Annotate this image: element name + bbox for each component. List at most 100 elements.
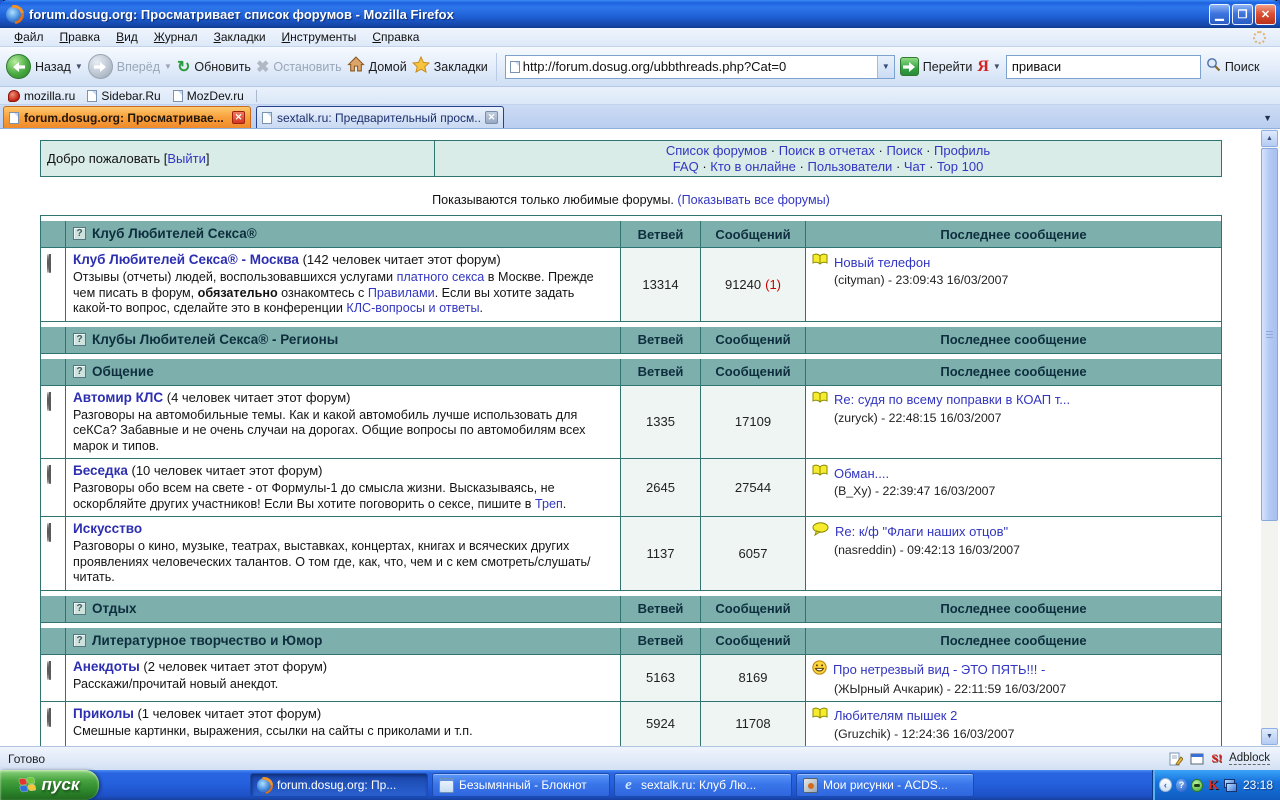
icq-tray-icon[interactable] xyxy=(1191,779,1203,792)
last-post-line: Любителям пышек 2 xyxy=(812,707,1215,725)
back-dropdown-icon[interactable]: ▼ xyxy=(75,62,83,71)
description-link[interactable]: Правилами xyxy=(368,286,435,300)
description-link[interactable]: Треп xyxy=(535,497,563,511)
forum-nav-link[interactable]: Чат xyxy=(904,159,926,174)
section-header-row: ?Клубы Любителей Секса® - РегионыВетвейС… xyxy=(41,327,1221,353)
taskbar-button-2[interactable]: Безымянный - Блокнот xyxy=(432,773,610,797)
menu-item-2[interactable]: Правка xyxy=(52,29,109,45)
forward-button[interactable]: Вперёд ▼ xyxy=(88,54,172,79)
note-edit-icon[interactable] xyxy=(1169,752,1183,766)
last-post-link[interactable]: Новый телефон xyxy=(834,255,930,270)
forum-info-cell: Приколы (1 человек читает этот форум)Сме… xyxy=(66,702,620,746)
bookmark-item-1[interactable]: mozilla.ru xyxy=(8,89,75,103)
bookmarks-button[interactable]: Закладки xyxy=(412,56,488,78)
help-icon[interactable]: ? xyxy=(73,602,86,615)
scroll-up-button[interactable]: ▲ xyxy=(1261,130,1278,147)
vertical-scrollbar[interactable]: ▲ ▼ xyxy=(1261,129,1278,746)
help-icon[interactable]: ? xyxy=(73,634,86,647)
restore-button[interactable]: ❐ xyxy=(1232,4,1253,25)
show-all-forums-link[interactable]: (Показывать все форумы) xyxy=(677,193,829,207)
menu-item-7[interactable]: Справка xyxy=(364,29,427,45)
taskbar-button-1[interactable]: forum.dosug.org: Пр... xyxy=(250,773,428,797)
forum-nav-link[interactable]: Top 100 xyxy=(937,159,983,174)
forward-dropdown-icon[interactable]: ▼ xyxy=(164,62,172,71)
engine-dropdown-icon[interactable]: ▼ xyxy=(993,62,1001,71)
menu-item-3[interactable]: Вид xyxy=(108,29,146,45)
forum-nav-link[interactable]: Поиск в отчетах xyxy=(779,143,875,158)
section-title: Клуб Любителей Секса® xyxy=(92,226,257,241)
help-icon[interactable]: ? xyxy=(73,227,86,240)
taskbar-button-4[interactable]: Мои рисунки - ACDS... xyxy=(796,773,974,797)
back-button[interactable]: Назад ▼ xyxy=(6,54,83,79)
stop-button[interactable]: ✖ Остановить xyxy=(256,57,342,77)
forum-nav-link[interactable]: Поиск xyxy=(886,143,922,158)
s-badge-icon[interactable]: S! xyxy=(1211,751,1222,766)
last-post-link[interactable]: Re: к/ф "Флаги наших отцов" xyxy=(835,524,1008,539)
forum-link[interactable]: Беседка xyxy=(73,463,128,478)
taskbar-clock: 23:18 xyxy=(1243,778,1273,792)
last-post-meta: (B_Xy) - 22:39:47 16/03/2007 xyxy=(834,484,1215,498)
network-tray-icon[interactable] xyxy=(1224,779,1237,792)
forum-link[interactable]: Анекдоты xyxy=(73,659,140,674)
forum-link[interactable]: Клуб Любителей Секса® - Москва xyxy=(73,252,299,267)
url-dropdown-icon[interactable]: ▼ xyxy=(877,56,894,78)
url-input[interactable] xyxy=(520,59,877,74)
last-post-link[interactable]: Re: судя по всему поправки в КОАП т... xyxy=(834,392,1070,407)
search-input[interactable] xyxy=(1007,59,1200,74)
minimize-button[interactable]: ▁ xyxy=(1209,4,1230,25)
bookmark-item-3[interactable]: MozDev.ru xyxy=(173,89,244,103)
last-post-link[interactable]: Обман.... xyxy=(834,466,889,481)
bookmark-item-2[interactable]: Sidebar.Ru xyxy=(87,89,160,103)
go-button[interactable]: Перейти xyxy=(900,57,973,76)
desktop: forum.dosug.org: Просматривает список фо… xyxy=(0,0,1280,800)
forum-nav-link[interactable]: Профиль xyxy=(934,143,990,158)
tab-2[interactable]: sextalk.ru: Предварительный просм...✕ xyxy=(256,106,504,128)
help-icon[interactable]: ? xyxy=(73,333,86,346)
description-text: . xyxy=(563,497,567,511)
menu-item-4[interactable]: Журнал xyxy=(146,29,206,45)
description-link[interactable]: платного секса xyxy=(397,270,485,284)
last-post-line: Обман.... xyxy=(812,464,1215,482)
last-post-link[interactable]: Про нетрезвый вид - ЭТО ПЯТЬ!!! - xyxy=(833,662,1045,677)
help-icon[interactable]: ? xyxy=(73,365,86,378)
scroll-down-button[interactable]: ▼ xyxy=(1261,728,1278,745)
close-button[interactable]: ✕ xyxy=(1255,4,1276,25)
menu-item-6[interactable]: Инструменты xyxy=(274,29,365,45)
yandex-engine-button[interactable]: Я ▼ xyxy=(977,58,1000,76)
tab-1[interactable]: forum.dosug.org: Просматривае...✕ xyxy=(3,106,251,128)
tab-overflow-icon[interactable]: ▼ xyxy=(1263,113,1272,123)
forum-nav-link[interactable]: Список форумов xyxy=(666,143,767,158)
forum-nav-link[interactable]: Кто в онлайне xyxy=(710,159,796,174)
adblock-status[interactable]: Adblock xyxy=(1229,752,1270,765)
forum-nav-line-2: FAQ · Кто в онлайне · Пользователи · Чат… xyxy=(435,159,1221,175)
forum-nav-link[interactable]: Пользователи xyxy=(807,159,892,174)
window-layout-icon[interactable] xyxy=(1190,752,1204,766)
posts-count: 6057 xyxy=(739,546,768,561)
start-button[interactable]: пуск xyxy=(0,770,99,800)
help-tray-icon[interactable]: ? xyxy=(1176,779,1188,792)
scrollbar-thumb[interactable] xyxy=(1261,148,1278,521)
section-title: Отдых xyxy=(92,601,137,616)
kaspersky-tray-icon[interactable]: K xyxy=(1207,778,1219,792)
forum-nav-link[interactable]: FAQ xyxy=(673,159,699,174)
forum-row: Афоризмы (2 человек читает этот форум)Аф… xyxy=(41,746,1221,747)
menu-item-5[interactable]: Закладки xyxy=(206,29,274,45)
section-title-cell: ? Клуб Любителей Секса® xyxy=(66,221,620,247)
menu-item-1[interactable]: Файл xyxy=(6,29,52,45)
tray-collapse-icon[interactable]: ‹ xyxy=(1159,778,1172,792)
forum-name-line: Искусство xyxy=(73,520,613,538)
description-link[interactable]: КЛС-вопросы и ответы xyxy=(346,301,479,315)
forum-link[interactable]: Приколы xyxy=(73,706,134,721)
last-post-link[interactable]: Любителям пышек 2 xyxy=(834,708,957,723)
tab-close-icon[interactable]: ✕ xyxy=(232,111,245,124)
refresh-button[interactable]: ↻ Обновить xyxy=(177,57,251,77)
forum-link[interactable]: Автомир КЛС xyxy=(73,390,163,405)
search-button[interactable]: Поиск xyxy=(1206,57,1260,77)
home-button[interactable]: Домой xyxy=(347,56,407,77)
forum-link[interactable]: Искусство xyxy=(73,521,142,536)
bubble-icon xyxy=(812,522,829,541)
logout-link[interactable]: Выйти xyxy=(167,151,206,166)
taskbar-button-3[interactable]: esextalk.ru: Клуб Лю... xyxy=(614,773,792,797)
threads-count: 1335 xyxy=(620,386,700,459)
tab-close-icon[interactable]: ✕ xyxy=(485,111,498,124)
